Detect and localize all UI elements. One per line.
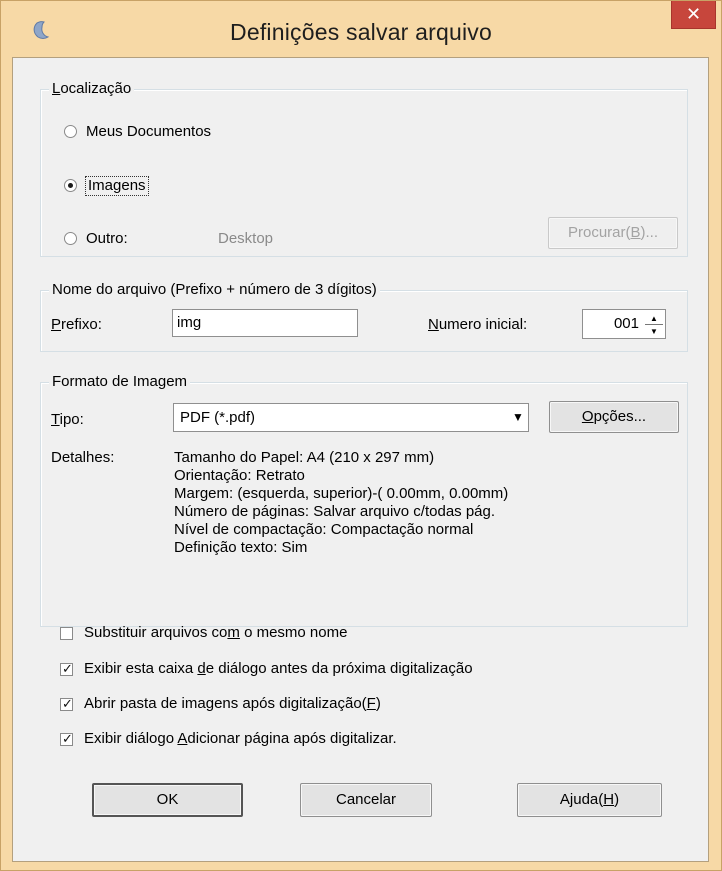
type-select-value: PDF (*.pdf) [180,409,256,426]
detail-line: Número de páginas: Salvar arquivo c/toda… [174,503,496,520]
type-select[interactable]: PDF (*.pdf) ▼ [173,403,529,432]
browse-button[interactable]: Procurar(B)... [548,217,678,249]
start-number-label: Numero inicial: [428,316,528,333]
other-folder-path: Desktop [218,230,274,247]
filename-group-legend: Nome do arquivo (Prefixo + número de 3 d… [49,281,380,299]
add-page-dialog-checkbox[interactable]: ✓ [60,731,73,746]
open-folder-label[interactable]: Abrir pasta de imagens após digitalizaçã… [84,695,381,713]
detail-line: Margem: (esquerda, superior)-( 0.00mm, 0… [174,485,509,502]
start-number-stepper[interactable]: 001 ▲ ▼ [582,309,666,339]
image-format-group: Formato de Imagem Tipo: PDF (*.pdf) ▼ Op… [40,373,688,627]
radio-my-documents-label[interactable]: Meus Documentos [86,123,211,141]
location-group-legend: Localização [49,80,135,98]
help-button[interactable]: Ajuda(H) [517,783,662,817]
type-label: Tipo: [51,411,84,428]
detail-line: Nível de compactação: Compactação normal [174,521,474,538]
details-label: Detalhes: [51,449,115,466]
start-number-value: 001 [613,315,639,332]
radio-my-documents[interactable] [64,125,77,138]
close-icon: ✕ [685,4,702,24]
open-folder-checkbox[interactable]: ✓ [60,696,73,711]
prefix-label: Prefixo: [51,316,102,333]
radio-images[interactable] [64,179,77,192]
overwrite-files-checkbox[interactable] [60,627,73,640]
radio-other-label[interactable]: Outro: [86,230,128,248]
stepper-down-icon[interactable]: ▼ [645,325,663,338]
checkmark-icon: ✓ [62,696,73,711]
show-dialog-label[interactable]: Exibir esta caixa de diálogo antes da pr… [84,660,473,678]
add-page-dialog-label[interactable]: Exibir diálogo Adicionar página após dig… [84,730,397,748]
details-list: Tamanho do Papel: A4 (210 x 297 mm) Orie… [174,449,508,557]
prefix-input[interactable]: img [172,309,358,337]
options-button[interactable]: Opções... [549,401,679,433]
show-dialog-checkbox[interactable]: ✓ [60,661,73,676]
chevron-down-icon[interactable]: ▼ [508,404,528,431]
ok-button[interactable]: OK [92,783,243,817]
title-bar[interactable]: Definições salvar arquivo ✕ [1,1,721,57]
dialog-client-area: Localização Meus Documentos Imagens Outr… [12,57,709,862]
detail-line: Definição texto: Sim [174,539,308,556]
location-group: Localização Meus Documentos Imagens Outr… [40,80,688,257]
save-settings-dialog: Definições salvar arquivo ✕ Localização … [0,0,722,871]
radio-other[interactable] [64,232,77,245]
checkmark-icon: ✓ [62,731,73,746]
detail-line: Orientação: Retrato [174,467,305,484]
radio-images-label[interactable]: Imagens [85,176,149,196]
overwrite-files-label[interactable]: Substituir arquivos com o mesmo nome [84,624,347,642]
cancel-button[interactable]: Cancelar [300,783,432,817]
stepper-up-icon[interactable]: ▲ [645,312,663,325]
detail-line: Tamanho do Papel: A4 (210 x 297 mm) [174,449,435,466]
close-button[interactable]: ✕ [671,1,716,29]
filename-group: Nome do arquivo (Prefixo + número de 3 d… [40,281,688,352]
dialog-title: Definições salvar arquivo [230,19,492,45]
image-format-group-legend: Formato de Imagem [49,373,191,391]
checkmark-icon: ✓ [62,661,73,676]
